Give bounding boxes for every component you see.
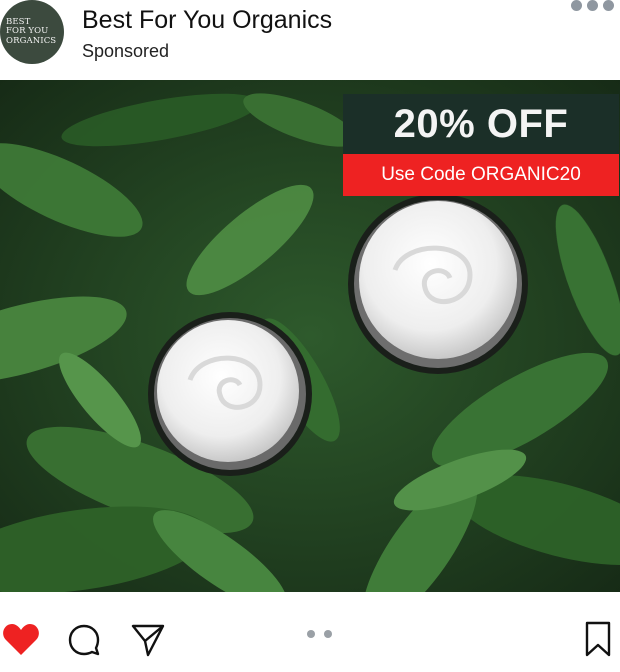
- comment-icon[interactable]: [67, 623, 101, 661]
- promo-banner: 20% OFF Use Code ORGANIC20: [343, 94, 619, 196]
- bookmark-icon[interactable]: [584, 621, 612, 661]
- more-options-icon[interactable]: [571, 0, 614, 11]
- avatar-line-3: ORGANICS: [6, 35, 57, 46]
- avatar[interactable]: BEST FOR YOU ORGANICS: [0, 0, 64, 64]
- discount-headline: 20% OFF: [343, 94, 619, 154]
- carousel-indicator: [307, 630, 332, 638]
- account-name[interactable]: Best For You Organics: [82, 6, 332, 35]
- post-header: BEST FOR YOU ORGANICS Best For You Organ…: [0, 0, 620, 80]
- sponsored-label: Sponsored: [82, 41, 170, 61]
- carousel-dot[interactable]: [324, 630, 332, 638]
- heart-icon[interactable]: [2, 622, 40, 660]
- send-icon[interactable]: [131, 623, 165, 661]
- promo-code-label: Use Code ORGANIC20: [343, 154, 619, 196]
- action-bar: [0, 592, 620, 672]
- carousel-dot[interactable]: [307, 630, 315, 638]
